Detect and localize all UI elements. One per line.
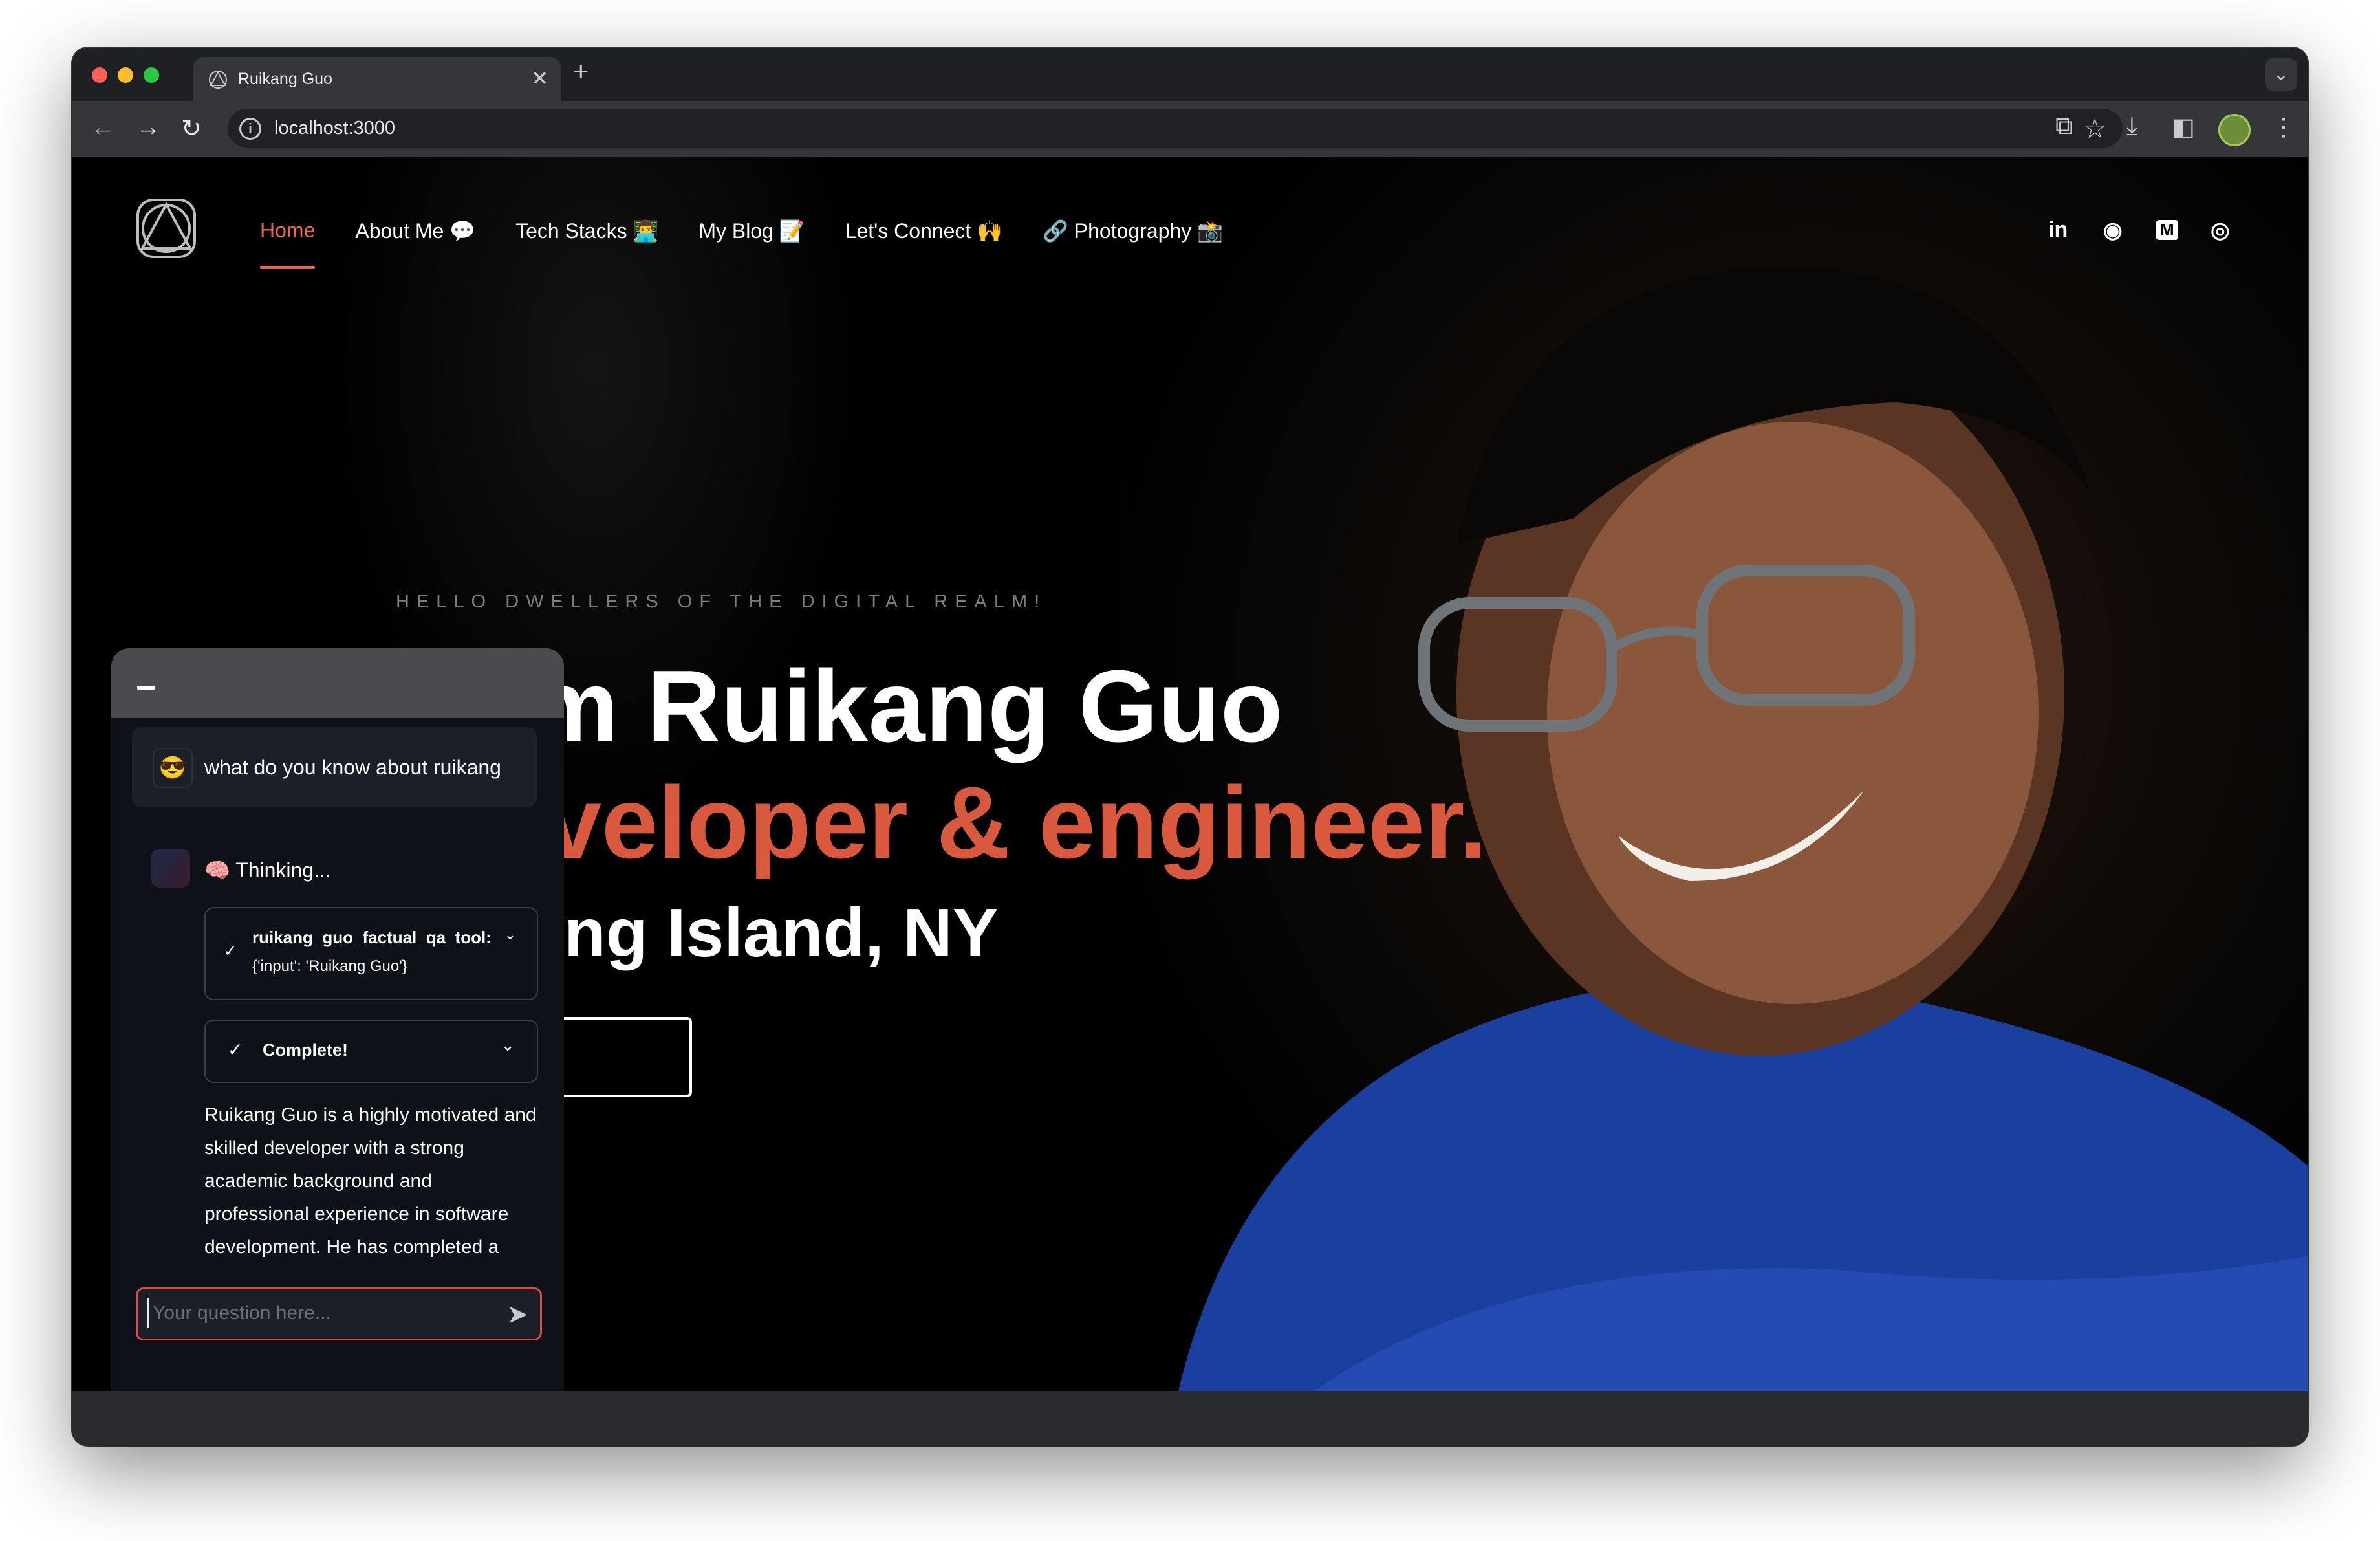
extensions-icon[interactable]: ⧉ (2055, 113, 2073, 140)
tool-call-expander[interactable]: ✓ ruikang_guo_factual_qa_tool: {'input':… (204, 907, 538, 1000)
site-logo-icon (209, 71, 227, 89)
nav-photography[interactable]: 🔗 Photography 📸 (1043, 219, 1223, 243)
address-bar[interactable]: i localhost:3000 ☆ (228, 109, 2123, 148)
minimize-chat-icon[interactable] (137, 686, 155, 690)
user-message-text: what do you know about ruikang (204, 756, 501, 779)
nav-home[interactable]: Home (260, 219, 316, 269)
chevron-down-icon[interactable]: ⌄ (504, 926, 516, 943)
nav-tech-stacks[interactable]: Tech Stacks 👨‍💻 (515, 219, 658, 243)
browser-window: Ruikang Guo ✕ + ⌄ ← → ↻ i localhost:3000… (72, 48, 2308, 1445)
download-icon[interactable]: ⤓ (2126, 113, 2137, 140)
profile-avatar-icon[interactable] (2218, 114, 2251, 146)
tab-strip: Ruikang Guo ✕ + ⌄ (72, 48, 2308, 101)
thinking-label: 🧠 Thinking... (204, 858, 331, 882)
send-icon[interactable]: ➤ (506, 1300, 528, 1329)
answer-line: Ruikang Guo is a highly motivated and (204, 1104, 537, 1126)
tool-input: {'input': 'Ruikang Guo'} (252, 957, 407, 975)
chevron-down-icon[interactable]: ⌄ (501, 1035, 515, 1055)
new-tab-button[interactable]: + (573, 56, 589, 87)
answer-line: academic background and (204, 1170, 432, 1192)
info-icon[interactable]: i (239, 118, 261, 140)
forward-arrow-icon[interactable]: → (136, 114, 160, 142)
main-nav: Home About Me 💬 Tech Stacks 👨‍💻 My Blog … (260, 219, 1263, 269)
chat-question-input[interactable] (147, 1298, 490, 1328)
hero-subtitle: HELLO DWELLERS OF THE DIGITAL REALM! (396, 591, 1047, 612)
assistant-answer: Ruikang Guo is a highly motivated and sk… (204, 1098, 554, 1263)
browser-tab[interactable]: Ruikang Guo ✕ (193, 57, 561, 101)
linkedin-icon[interactable]: in (2048, 217, 2068, 243)
complete-label: Complete! (263, 1040, 349, 1060)
answer-line: professional experience in software (204, 1203, 509, 1225)
check-icon: ✓ (228, 1040, 243, 1060)
window-bottom-bar (72, 1391, 2308, 1445)
assistant-avatar (151, 849, 190, 888)
address-url[interactable]: localhost:3000 (274, 118, 395, 139)
tab-title: Ruikang Guo (238, 70, 332, 88)
nav-my-blog[interactable]: My Blog 📝 (698, 219, 805, 243)
chat-widget: 😎 what do you know about ruikang 🧠 Think… (111, 648, 564, 1391)
hero-location: ng Island, NY (564, 895, 999, 971)
reload-icon[interactable]: ↻ (181, 114, 202, 143)
chat-header (111, 648, 564, 718)
page-viewport: Home About Me 💬 Tech Stacks 👨‍💻 My Blog … (72, 157, 2308, 1391)
site-logo-icon[interactable] (136, 198, 197, 259)
tool-name: ruikang_guo_factual_qa_tool: (252, 928, 492, 947)
nav-about-me[interactable]: About Me 💬 (355, 219, 475, 243)
instagram-icon[interactable]: ◎ (2211, 217, 2230, 243)
answer-line: skilled developer with a strong (204, 1137, 464, 1159)
tab-close-icon[interactable]: ✕ (531, 66, 548, 91)
star-icon[interactable]: ☆ (2082, 113, 2107, 144)
hero-role: veloper & engineer. (545, 766, 1488, 880)
check-icon: ✓ (224, 943, 237, 960)
sidebar-icon[interactable]: ◧ (2172, 113, 2195, 142)
more-menu-icon[interactable]: ⋮ (2271, 113, 2296, 142)
github-icon[interactable]: ◉ (2103, 217, 2123, 243)
zoom-window-button[interactable] (144, 67, 159, 83)
hero-name: ’m Ruikang Guo (499, 650, 1283, 763)
nav-lets-connect[interactable]: Let's Connect 🙌 (845, 219, 1002, 243)
chat-input-box: ➤ (136, 1287, 542, 1340)
close-window-button[interactable] (92, 67, 107, 83)
tab-search-button[interactable]: ⌄ (2265, 58, 2297, 91)
minimize-window-button[interactable] (118, 67, 133, 83)
browser-toolbar: ← → ↻ i localhost:3000 ☆ ⧉ ⤓ ◧ ⋮ (72, 101, 2308, 157)
answer-line: development. He has completed a (204, 1236, 499, 1258)
back-arrow-icon[interactable]: ← (91, 114, 115, 142)
user-avatar: 😎 (153, 748, 193, 788)
medium-icon[interactable]: M (2156, 220, 2178, 240)
user-message: 😎 what do you know about ruikang (132, 727, 537, 807)
status-expander[interactable]: ✓ Complete! ⌄ (204, 1020, 538, 1083)
